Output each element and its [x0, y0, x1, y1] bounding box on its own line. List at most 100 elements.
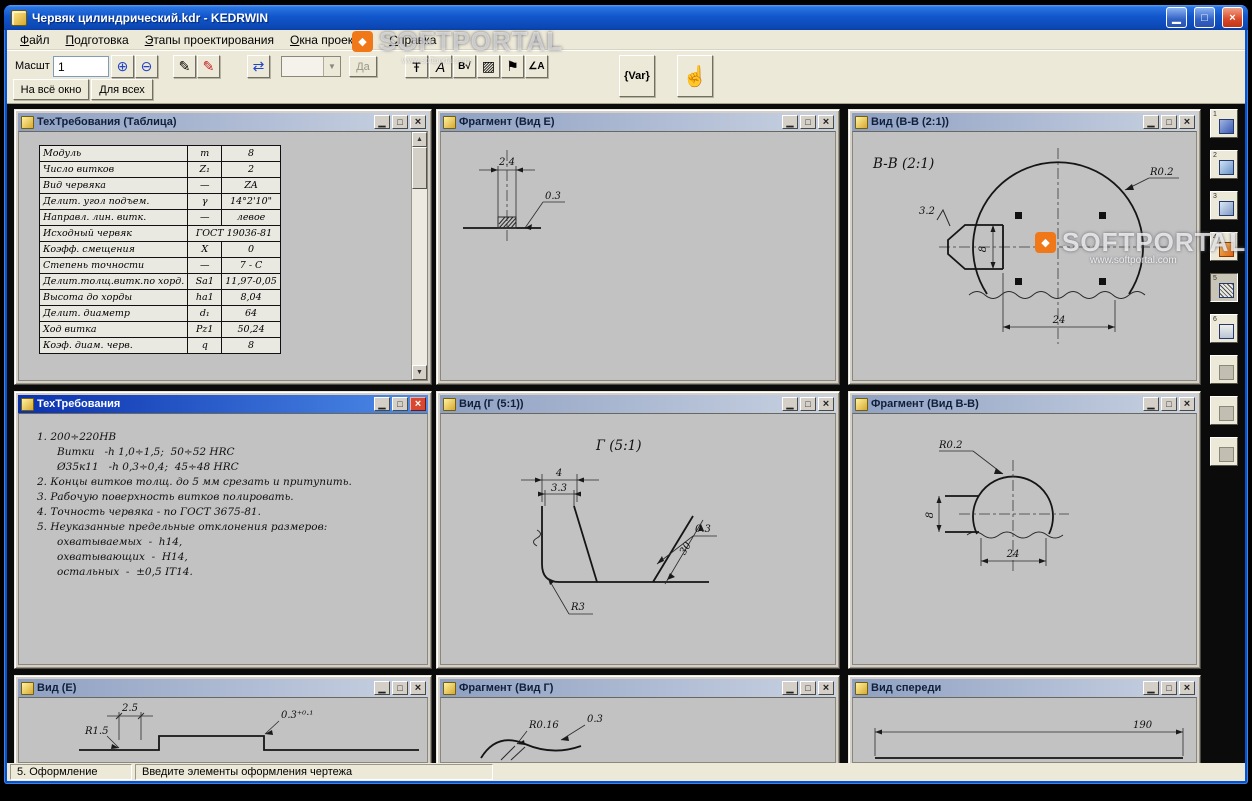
child-title-bar[interactable]: Вид (В-В (2:1)) ▁ □ ×: [852, 113, 1197, 131]
flag-tool-button[interactable]: ⚑: [501, 55, 524, 78]
table-cell: —: [187, 257, 223, 274]
child-close-button[interactable]: ×: [1179, 681, 1195, 695]
sidebar-stage-button-1[interactable]: 1: [1210, 109, 1238, 138]
menu-projection-windows[interactable]: Окна проекций: [282, 31, 381, 49]
child-minimize-button[interactable]: ▁: [1143, 115, 1159, 129]
technical-drawing-view-front: 190: [874, 720, 1184, 759]
child-close-button[interactable]: ×: [410, 681, 426, 695]
text-tool-button[interactable]: A: [429, 55, 452, 78]
sidebar-stage-button-4[interactable]: 4: [1210, 232, 1238, 261]
zoom-out-button[interactable]: ⊖: [135, 55, 158, 78]
child-title-bar[interactable]: Вид спереди ▁ □ ×: [852, 679, 1197, 697]
menu-preparation[interactable]: Подготовка: [58, 31, 137, 49]
child-title-bar-active[interactable]: ТехТребования ▁ □ ×: [18, 395, 428, 413]
table-cell: Коэфф. смещения: [38, 241, 189, 258]
child-close-button[interactable]: ×: [1179, 115, 1195, 129]
child-minimize-button[interactable]: ▁: [1143, 397, 1159, 411]
tolerance-tool-button[interactable]: B√: [453, 55, 476, 78]
chevron-down-icon[interactable]: ▼: [323, 57, 340, 76]
table-row: Делит. угол подъем. γ 14°2'10": [38, 193, 281, 210]
techreq-line: 2. Концы витков толщ. до 5 мм срезать и …: [37, 476, 352, 488]
minimize-button[interactable]: ▁: [1166, 7, 1187, 28]
child-maximize-button[interactable]: □: [392, 115, 408, 129]
child-minimize-button[interactable]: ▁: [374, 115, 390, 129]
table-cell: 14°2'10": [221, 193, 281, 210]
history-dropdown[interactable]: ▼: [281, 56, 341, 77]
child-minimize-button[interactable]: ▁: [782, 115, 798, 129]
child-minimize-button[interactable]: ▁: [782, 681, 798, 695]
child-minimize-button[interactable]: ▁: [1143, 681, 1159, 695]
child-title-bar[interactable]: Фрагмент (Вид Г) ▁ □ ×: [440, 679, 836, 697]
sidebar-stage-button-7[interactable]: [1210, 355, 1238, 384]
child-title-bar[interactable]: ТехТребования (Таблица) ▁ □ ×: [18, 113, 428, 131]
variables-button[interactable]: {Var}: [619, 55, 655, 97]
title-bar[interactable]: Червяк цилиндрический.kdr - KEDRWIN ▁ □ …: [4, 5, 1248, 30]
sidebar-stage-button-2[interactable]: 2: [1210, 150, 1238, 179]
scroll-down-icon[interactable]: ▼: [412, 365, 427, 380]
sidebar-stage-button-9[interactable]: [1210, 437, 1238, 466]
scroll-up-icon[interactable]: ▲: [412, 132, 427, 147]
menu-design-stages[interactable]: Этапы проектирования: [137, 31, 282, 49]
hatch-tool-button[interactable]: ▨: [477, 55, 500, 78]
child-maximize-button[interactable]: □: [1161, 681, 1177, 695]
scroll-thumb[interactable]: [412, 147, 427, 189]
fit-all-window-button[interactable]: На всё окно: [13, 79, 89, 100]
red-pen-tool-button[interactable]: ✎: [197, 55, 220, 78]
child-title-bar[interactable]: Фрагмент (Вид В-В) ▁ □ ×: [852, 395, 1197, 413]
child-window-view-e: Вид (Е) ▁ □ × 2.5 R1.5 0.3⁺⁰·¹: [14, 675, 432, 763]
sidebar-stage-button-6[interactable]: 6: [1210, 314, 1238, 343]
table-cell: ГОСТ 19036-81: [187, 225, 281, 242]
dimension-tool-button[interactable]: Ŧ: [405, 55, 428, 78]
scale-input[interactable]: [53, 56, 109, 77]
child-close-button[interactable]: ×: [410, 397, 426, 411]
child-close-button[interactable]: ×: [818, 115, 834, 129]
child-minimize-button[interactable]: ▁: [782, 397, 798, 411]
child-maximize-button[interactable]: □: [1161, 397, 1177, 411]
sidebar-stage-button-8[interactable]: [1210, 396, 1238, 425]
table-scrollbar[interactable]: ▲ ▼: [411, 132, 427, 380]
child-maximize-button[interactable]: □: [392, 397, 408, 411]
maximize-button[interactable]: □: [1194, 7, 1215, 28]
child-maximize-button[interactable]: □: [800, 115, 816, 129]
child-title-bar[interactable]: Фрагмент (Вид Е) ▁ □ ×: [440, 113, 836, 131]
child-minimize-button[interactable]: ▁: [374, 397, 390, 411]
child-close-button[interactable]: ×: [818, 397, 834, 411]
close-button[interactable]: ×: [1222, 7, 1243, 28]
table-cell: левое: [221, 209, 281, 226]
child-window-view-g: Вид (Г (5:1)) ▁ □ × Г (5:1) 4 3.3 30 0.3…: [436, 391, 840, 669]
technical-drawing-view-e: 2.5 R1.5 0.3⁺⁰·¹: [79, 703, 419, 751]
menu-file[interactable]: Файл: [12, 31, 58, 49]
child-window-fragment-g: Фрагмент (Вид Г) ▁ □ × R0.16 0.3: [436, 675, 840, 763]
child-maximize-button[interactable]: □: [392, 681, 408, 695]
dim-label: 8: [925, 512, 936, 518]
yes-button[interactable]: Да: [349, 56, 377, 77]
child-close-button[interactable]: ×: [410, 115, 426, 129]
app-window: Червяк цилиндрический.kdr - KEDRWIN ▁ □ …: [4, 5, 1248, 784]
child-close-button[interactable]: ×: [818, 681, 834, 695]
table-cell: Число витков: [38, 161, 189, 178]
child-title-bar[interactable]: Вид (Г (5:1)) ▁ □ ×: [440, 395, 836, 413]
techreq-line: Витки -h 1,0÷1,5; 50÷52 HRC: [37, 446, 235, 458]
approve-button[interactable]: ☝: [677, 55, 713, 97]
techreq-line: остальных - ±0,5 IT14.: [37, 566, 193, 578]
pen-tool-button[interactable]: ✎: [173, 55, 196, 78]
child-maximize-button[interactable]: □: [800, 681, 816, 695]
sidebar-stage-button-5[interactable]: 5: [1210, 273, 1238, 302]
for-all-button[interactable]: Для всех: [91, 79, 153, 100]
angle-dimension-button[interactable]: ∠A: [525, 55, 548, 78]
table-row: Вид червяка — ZA: [38, 177, 281, 194]
menu-help[interactable]: Справка: [381, 31, 444, 49]
swap-views-button[interactable]: ⇄: [247, 55, 270, 78]
table-cell: Делит.толщ.витк.по хорд.: [38, 273, 189, 290]
table-cell: X: [187, 241, 223, 258]
techreq-line: 4. Точность червяка - по ГОСТ 3675-81.: [37, 506, 261, 518]
sidebar-stage-button-3[interactable]: 3: [1210, 191, 1238, 220]
child-close-button[interactable]: ×: [1179, 397, 1195, 411]
child-title-bar[interactable]: Вид (Е) ▁ □ ×: [18, 679, 428, 697]
child-minimize-button[interactable]: ▁: [374, 681, 390, 695]
child-maximize-button[interactable]: □: [800, 397, 816, 411]
child-maximize-button[interactable]: □: [1161, 115, 1177, 129]
techreq-client: 1. 200÷220HB Витки -h 1,0÷1,5; 50÷52 HRC…: [18, 413, 428, 665]
table-cell: Pz1: [187, 321, 223, 338]
zoom-in-button[interactable]: ⊕: [111, 55, 134, 78]
